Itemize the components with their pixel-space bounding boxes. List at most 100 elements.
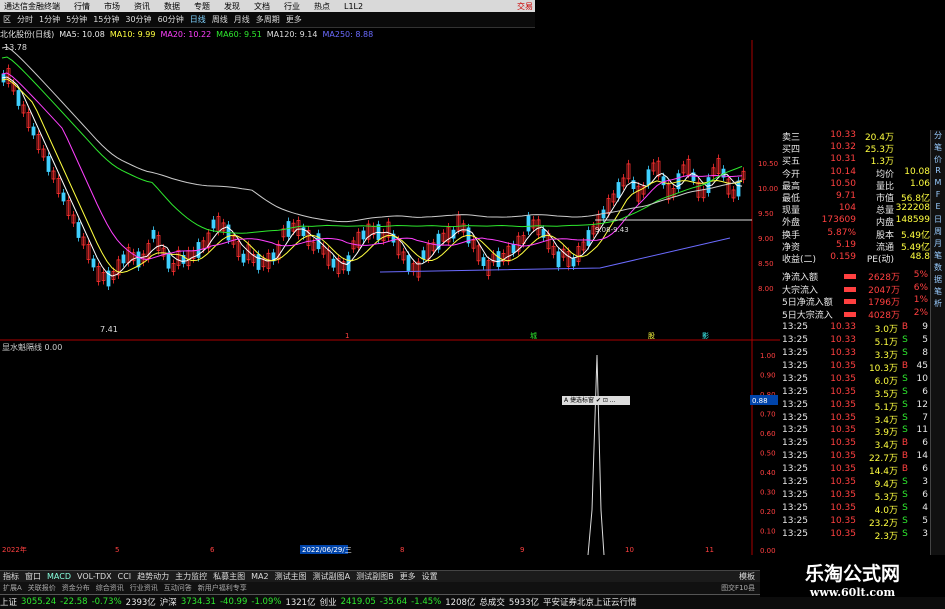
quote-row: 换手 5.87% 股本 5.49亿 bbox=[782, 227, 930, 241]
side-tab[interactable]: 据 bbox=[931, 274, 945, 286]
menu-item[interactable]: 文档 bbox=[254, 2, 270, 11]
high-price-label: 13.78 bbox=[4, 43, 27, 52]
period-tab[interactable]: 多周期 bbox=[256, 14, 280, 25]
period-tab[interactable]: 1分钟 bbox=[39, 14, 60, 25]
indicator-tab[interactable]: MACD bbox=[47, 572, 71, 581]
trade-time: 13:25 bbox=[782, 348, 808, 358]
indicator-tab[interactable]: CCI bbox=[118, 572, 132, 581]
side-tab[interactable]: 月 bbox=[931, 238, 945, 250]
period-tab[interactable]: 月线 bbox=[234, 14, 250, 25]
menu-item[interactable]: 发现 bbox=[224, 2, 240, 11]
menu-item[interactable]: 资讯 bbox=[134, 2, 150, 11]
trade-volume: 3.4万 bbox=[874, 415, 898, 426]
trade-price: 10.35 bbox=[830, 386, 856, 397]
period-tab[interactable]: 30分钟 bbox=[125, 14, 151, 25]
sub-tick: 0.70 bbox=[760, 411, 776, 419]
side-tab[interactable]: 笔 bbox=[931, 142, 945, 154]
menu-item[interactable]: 热点 bbox=[314, 2, 330, 11]
menu-item[interactable]: L1L2 bbox=[344, 2, 363, 11]
period-tab[interactable]: 5分钟 bbox=[66, 14, 87, 25]
menu-item[interactable]: 专题 bbox=[194, 2, 210, 11]
trade-time: 13:25 bbox=[782, 425, 808, 436]
indicator-tab[interactable]: 更多 bbox=[400, 571, 416, 582]
side-tab[interactable]: M bbox=[931, 178, 945, 190]
quote-row: 买四 10.32 25.3万 bbox=[782, 142, 930, 156]
trade-price: 10.35 bbox=[830, 515, 856, 526]
extension-tab[interactable]: 行业资讯 bbox=[130, 583, 158, 593]
quote-value: 5.87% bbox=[827, 227, 856, 238]
extension-tab[interactable]: 扩展A bbox=[3, 583, 22, 593]
side-tab[interactable]: 笔 bbox=[931, 286, 945, 298]
trade-volume: 4.0万 bbox=[874, 505, 898, 516]
period-tab[interactable]: 15分钟 bbox=[93, 14, 119, 25]
indicator-tab[interactable]: MA2 bbox=[251, 572, 268, 581]
candle bbox=[481, 257, 486, 267]
trade-volume: 2.3万 bbox=[874, 531, 898, 542]
period-tab[interactable]: 区 bbox=[3, 14, 11, 25]
side-tab[interactable]: 数 bbox=[931, 262, 945, 274]
menu-item[interactable]: 行业 bbox=[284, 2, 300, 11]
indicator-tab[interactable]: 指标 bbox=[3, 571, 19, 582]
side-tab[interactable]: R bbox=[931, 166, 945, 178]
period-tab[interactable]: 更多 bbox=[286, 14, 302, 25]
indicator-tab[interactable]: 测试主图 bbox=[275, 571, 307, 582]
indicator-tab[interactable]: 趋势动力 bbox=[137, 571, 169, 582]
candle bbox=[31, 126, 36, 136]
side-tab[interactable]: 笔 bbox=[931, 250, 945, 262]
trade-row: 13:25 10.35 3.5万 S 6 bbox=[782, 386, 930, 400]
period-tab[interactable]: 日线 bbox=[190, 14, 206, 25]
indicator-tab[interactable]: 设置 bbox=[422, 571, 438, 582]
period-tab[interactable]: 周线 bbox=[212, 14, 228, 25]
indicator-tab[interactable]: 私募主图 bbox=[213, 571, 245, 582]
side-tab[interactable]: 分 bbox=[931, 130, 945, 142]
indicator-tab[interactable]: 测试副图A bbox=[313, 571, 350, 582]
trade-price: 10.35 bbox=[830, 438, 856, 449]
logo-url: www.60lt.com bbox=[809, 586, 896, 599]
f10-link[interactable]: 图交F10县 bbox=[721, 583, 755, 593]
candle bbox=[151, 229, 156, 239]
trade-count: 5 bbox=[922, 515, 928, 526]
trade-side: B bbox=[901, 322, 909, 333]
trade-row: 13:25 10.33 3.3万 S 8 bbox=[782, 348, 930, 361]
period-tab[interactable]: 60分钟 bbox=[158, 14, 184, 25]
extension-tab[interactable]: 新用户福利专享 bbox=[198, 583, 247, 593]
side-tab[interactable]: F bbox=[931, 190, 945, 202]
candle bbox=[256, 254, 261, 270]
candle bbox=[706, 177, 711, 193]
flow-row: 净流入额 2628万 5% bbox=[782, 270, 930, 283]
trade-link[interactable]: 交易 bbox=[517, 1, 533, 12]
sub-tick: 0.90 bbox=[760, 372, 776, 380]
menu-item[interactable]: 市场 bbox=[104, 2, 120, 11]
side-tab[interactable]: 日 bbox=[931, 214, 945, 226]
trade-volume: 5.1万 bbox=[874, 402, 898, 413]
trade-time: 13:25 bbox=[782, 438, 808, 449]
trade-volume: 5.1万 bbox=[874, 338, 898, 349]
indicator-tab[interactable]: VOL-TDX bbox=[77, 572, 112, 581]
indicator-tab[interactable]: 测试副图B bbox=[356, 571, 394, 582]
side-tab[interactable]: 析 bbox=[931, 298, 945, 310]
quote-value2: 1.06 bbox=[909, 178, 930, 189]
ma120-label: MA120: 9.14 bbox=[266, 29, 318, 39]
trade-row: 13:25 10.35 3.4万 S 7 bbox=[782, 413, 930, 426]
trade-side: S bbox=[902, 335, 908, 346]
quote-panel: 卖三 10.33 20.4万 买四 10.32 25.3万 买五 10.31 1.3万 今开 10.… bbox=[780, 130, 931, 560]
indicator-tab[interactable]: 主力监控 bbox=[175, 571, 207, 582]
trade-count: 5 bbox=[922, 335, 928, 346]
extension-tab[interactable]: 资金分布 bbox=[62, 583, 90, 593]
side-tab[interactable]: 周 bbox=[931, 226, 945, 238]
extension-tab[interactable]: 互动问答 bbox=[164, 583, 192, 593]
template-button[interactable]: 模板 bbox=[739, 571, 755, 582]
quote-label: 买四 bbox=[782, 145, 801, 156]
extension-tab[interactable]: 综合资讯 bbox=[96, 583, 124, 593]
side-tab[interactable]: E bbox=[931, 202, 945, 214]
menu-item[interactable]: 行情 bbox=[74, 2, 90, 11]
select-popup[interactable]: A 捷选标窗 ✔ ⊡ ... bbox=[562, 396, 630, 405]
kline-chart[interactable]: 13.78 7.41 9.08-9.43 10.5010.009.509.008… bbox=[0, 40, 780, 555]
side-tab[interactable]: 价 bbox=[931, 154, 945, 166]
ticker-item: 总成交 bbox=[479, 598, 505, 608]
extension-tab[interactable]: 关联报价 bbox=[28, 583, 56, 593]
menu-item[interactable]: 数据 bbox=[164, 2, 180, 11]
date-tick: 2022年 bbox=[2, 545, 27, 554]
period-tab[interactable]: 分时 bbox=[17, 14, 33, 25]
indicator-tab[interactable]: 窗口 bbox=[25, 571, 41, 582]
